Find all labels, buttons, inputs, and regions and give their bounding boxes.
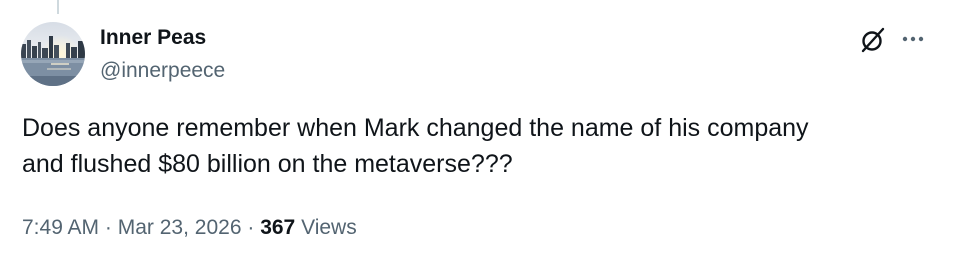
grok-icon[interactable] — [858, 25, 888, 55]
meta-separator: · — [104, 216, 112, 239]
views-count: 367 — [260, 216, 296, 239]
avatar[interactable] — [21, 22, 85, 86]
thread-connector-line — [57, 0, 59, 14]
author-name[interactable]: Inner Peas — [100, 24, 206, 52]
views-label: Views — [301, 216, 357, 239]
meta-separator: · — [247, 216, 255, 239]
avatar-image — [21, 22, 85, 86]
tweet-text-line: and flushed $80 billion on the metaverse… — [22, 150, 513, 178]
tweet-text-line: Does anyone remember when Mark changed t… — [22, 114, 809, 142]
tweet-text: Does anyone remember when Mark changed t… — [22, 110, 922, 182]
author-handle[interactable]: @innerpeece — [100, 57, 225, 85]
more-dots-glyph — [902, 36, 924, 42]
tweet-metadata: 7:49 AM · Mar 23, 2026 · 367 Views — [22, 214, 357, 242]
tweet-date[interactable]: Mar 23, 2026 — [118, 216, 242, 239]
grok-icon-glyph — [861, 27, 885, 53]
tweet-time[interactable]: 7:49 AM — [22, 216, 99, 239]
more-options-icon[interactable] — [898, 27, 928, 51]
